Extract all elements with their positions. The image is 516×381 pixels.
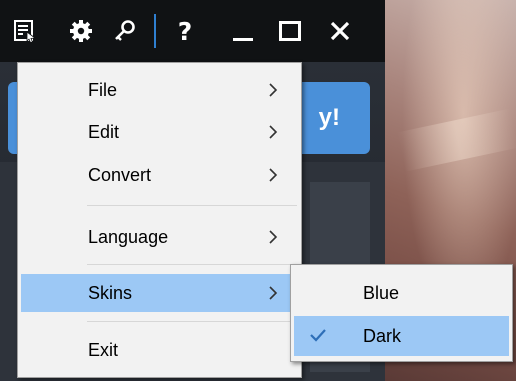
- menu-item-exit[interactable]: Exit: [21, 331, 298, 369]
- skin-option-dark[interactable]: Dark: [294, 316, 509, 356]
- menu-item-skins[interactable]: Skins: [21, 274, 298, 312]
- gear-icon[interactable]: [66, 14, 96, 48]
- menu-item-label: Skins: [88, 283, 133, 303]
- skin-option-label: Dark: [363, 326, 402, 346]
- titlebar-separator: [154, 14, 156, 48]
- menu-item-language[interactable]: Language: [21, 218, 298, 256]
- close-icon[interactable]: [325, 14, 355, 48]
- skin-option-blue[interactable]: Blue: [294, 273, 509, 313]
- titlebar: ?: [0, 0, 385, 62]
- menu-item-label: Language: [88, 227, 169, 247]
- menu-separator: [87, 264, 297, 265]
- menu-item-label: File: [88, 80, 118, 100]
- chevron-right-icon: [268, 285, 278, 301]
- banner-text: y!: [318, 104, 340, 131]
- chevron-right-icon: [268, 167, 278, 183]
- menu-item-label: Exit: [88, 340, 119, 360]
- chevron-right-icon: [268, 82, 278, 98]
- menu-item-file[interactable]: File: [21, 71, 298, 109]
- menu-item-label: Convert: [88, 165, 152, 185]
- menu-icon[interactable]: [10, 14, 40, 48]
- menu-item-label: Edit: [88, 122, 120, 142]
- menu-separator: [87, 321, 297, 322]
- checkmark-icon: [309, 327, 327, 343]
- chevron-right-icon: [268, 229, 278, 245]
- skins-submenu: Blue Dark: [290, 264, 513, 362]
- menu-item-convert[interactable]: Convert: [21, 156, 298, 194]
- chevron-right-icon: [268, 124, 278, 140]
- maximize-icon[interactable]: [275, 14, 305, 48]
- help-icon[interactable]: ?: [170, 14, 200, 48]
- key-icon[interactable]: [110, 14, 140, 48]
- main-menu: File Edit Convert Language Skins Exit: [17, 62, 302, 378]
- menu-item-edit[interactable]: Edit: [21, 113, 298, 151]
- menu-separator: [87, 205, 297, 206]
- help-glyph: ?: [177, 16, 193, 46]
- skin-option-label: Blue: [363, 283, 400, 303]
- minimize-icon[interactable]: [228, 14, 258, 48]
